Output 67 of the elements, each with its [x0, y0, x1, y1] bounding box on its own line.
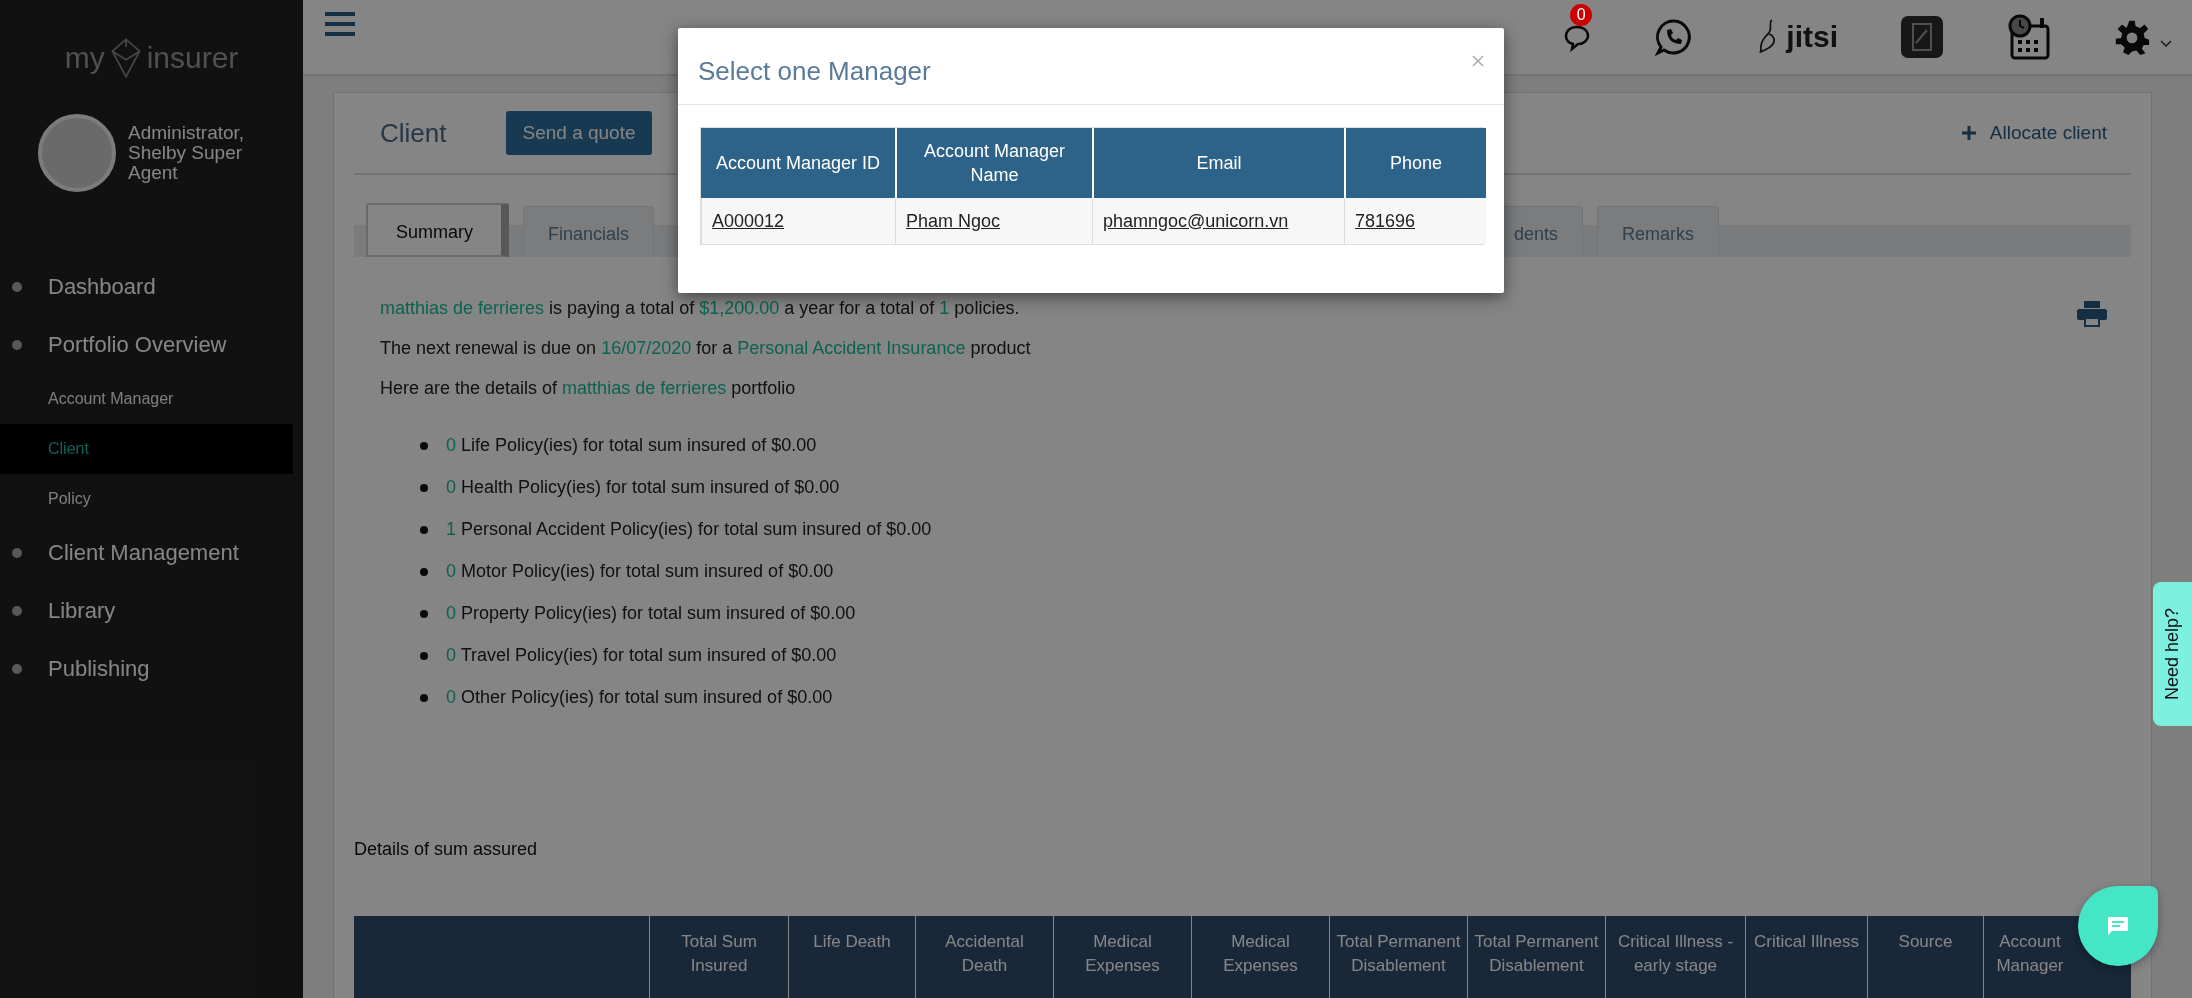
table-header-cell: Medical Expenses: [1191, 916, 1329, 998]
table-header-cell: Accidental Death: [915, 916, 1053, 998]
section-title: Details of sum assured: [354, 839, 539, 860]
bullet-icon: [420, 441, 428, 450]
policy-line: 1 Personal Accident Policy(ies) for total sum insured of $0.00: [446, 518, 932, 541]
bullet-icon: [420, 651, 428, 660]
policy-line: 0 Motor Policy(ies) for total sum insured of $0.00: [446, 560, 834, 583]
bullet-icon: [12, 282, 22, 292]
clipboard-icon[interactable]: [1900, 15, 1944, 59]
logo-text: insurer: [146, 41, 239, 75]
table-cell-link[interactable]: A000012: [712, 210, 785, 232]
table-header-cell: Critical Illness: [1745, 916, 1867, 998]
notification-badge: 0: [1570, 4, 1593, 26]
nav-subitem[interactable]: Policy: [0, 474, 293, 524]
calendar-clock-icon[interactable]: [2006, 14, 2052, 60]
nav-item[interactable]: Client Management: [0, 524, 303, 582]
bullet-icon: [420, 525, 428, 534]
bullet-icon: [420, 567, 428, 576]
table-header-cell: Life Death: [788, 916, 915, 998]
chat-icon: [2106, 915, 2130, 937]
table-header-cell: Critical Illness - early stage: [1605, 916, 1745, 998]
nav-item[interactable]: Publishing: [0, 640, 303, 698]
table-header-cell: Account Manager Name: [895, 128, 1092, 198]
nav-item[interactable]: Dashboard: [0, 258, 303, 316]
table-header-cell: Email: [1092, 128, 1344, 198]
summary-sentence: Here are the details of matthias de ferrieres portfolio: [380, 377, 796, 400]
bullet-icon: [420, 693, 428, 702]
bullet-icon: [12, 664, 22, 674]
jitsi-logo[interactable]: jitsi: [1756, 18, 1838, 56]
tab[interactable]: Financials: [523, 206, 655, 257]
settings-icon[interactable]: [2114, 19, 2150, 55]
policy-line: 0 Property Policy(ies) for total sum insured of $0.00: [446, 602, 856, 625]
policy-line: 0 Travel Policy(ies) for total sum insured of $0.00: [446, 644, 837, 667]
policy-line: 0 Other Policy(ies) for total sum insured of $0.00: [446, 686, 833, 709]
table-header-cell: Total Permanent Disablement: [1467, 916, 1605, 998]
tab[interactable]: Remarks: [1597, 206, 1720, 257]
tab[interactable]: Summary: [366, 203, 509, 257]
nav-subitem[interactable]: Account Manager: [0, 374, 293, 424]
table-header-cell: Source: [1867, 916, 1983, 998]
caret-icon[interactable]: [2160, 40, 2172, 48]
bullet-icon: [12, 340, 22, 350]
policy-line: 0 Health Policy(ies) for total sum insured of $0.00: [446, 476, 840, 499]
policy-line: 0 Life Policy(ies) for total sum insured of $0.00: [446, 434, 817, 457]
print-icon[interactable]: [2077, 301, 2107, 327]
nav-subitem[interactable]: Client: [0, 424, 293, 474]
allocate-client-link[interactable]: Allocate client: [1961, 122, 2107, 144]
nav-item[interactable]: Portfolio Overview: [0, 316, 303, 374]
plus-icon: [1961, 126, 1976, 140]
send-quote-button[interactable]: Send a quote: [506, 111, 652, 155]
nav-item[interactable]: Library: [0, 582, 303, 640]
menu-icon[interactable]: [325, 12, 355, 36]
page-title: Client: [380, 117, 447, 149]
table-header-cell: Phone: [1344, 128, 1486, 198]
logo-text: my: [64, 41, 105, 75]
summary-sentence: matthias de ferrieres is paying a total of $1,200.00 a year for a total of 1 policies.: [380, 297, 1020, 320]
table-header-cell: Total Sum Insured: [649, 916, 788, 998]
table-header-cell: Account Manager ID: [701, 128, 895, 198]
table-header-cell: Total Permanent Disablement: [1329, 916, 1467, 998]
modal-title: Select one Manager: [698, 55, 931, 87]
table-header-cell: Medical Expenses: [1053, 916, 1191, 998]
summary-sentence: The next renewal is due on 16/07/2020 for a Personal Accident Insurance product: [380, 337, 1031, 360]
bullet-icon: [12, 606, 22, 616]
bullet-icon: [420, 609, 428, 618]
bullet-icon: [420, 483, 428, 492]
user-name: Administrator, Shelby Super Agent: [128, 123, 246, 183]
need-help-tab[interactable]: Need help?: [2153, 582, 2192, 726]
bullet-icon: [12, 548, 22, 558]
